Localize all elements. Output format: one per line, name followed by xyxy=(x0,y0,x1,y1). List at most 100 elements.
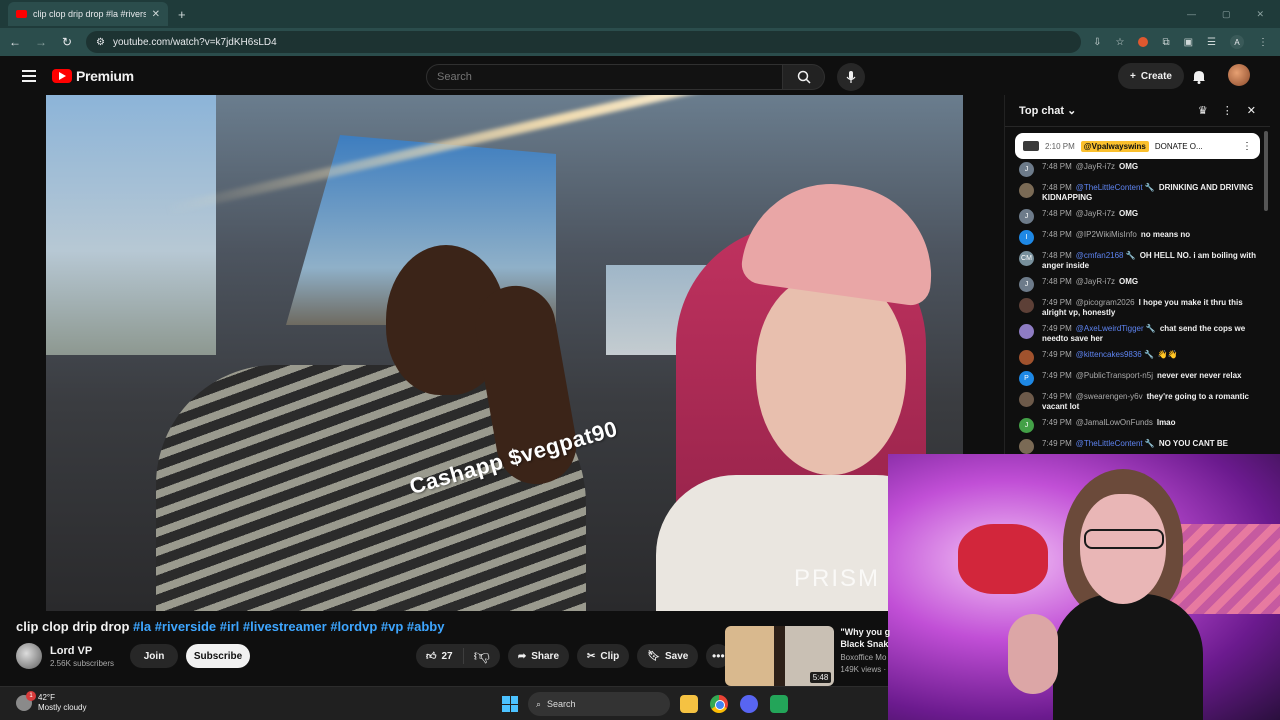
chat-username[interactable]: @JayR-i7z xyxy=(1076,162,1115,171)
close-tab-icon[interactable]: ✕ xyxy=(152,9,160,20)
share-button[interactable]: ➦ Share xyxy=(507,644,570,668)
new-tab-button[interactable]: + xyxy=(178,7,186,22)
chat-username[interactable]: @AxeLweirdTigger 🔧 xyxy=(1076,324,1156,333)
search-input[interactable] xyxy=(426,64,783,90)
chat-avatar[interactable]: CM xyxy=(1019,251,1034,266)
chat-username[interactable]: @swearengen-y6v xyxy=(1076,392,1143,401)
suggested-video[interactable]: 5:48 "Why you g Black Snak Boxoffice Mo … xyxy=(725,626,890,686)
discord-icon[interactable] xyxy=(740,695,758,713)
chat-avatar[interactable] xyxy=(1019,324,1034,339)
file-explorer-icon[interactable] xyxy=(680,695,698,713)
profile-avatar[interactable]: A xyxy=(1230,35,1244,49)
browser-menu-icon[interactable]: ⋮ xyxy=(1258,37,1268,48)
chat-text: I hope you make it thru this alright vp,… xyxy=(1042,298,1243,317)
chat-message[interactable]: 7:49 PM @swearengen-y6v they're going to a… xyxy=(1019,389,1260,415)
maximize-icon[interactable]: ▢ xyxy=(1222,9,1231,20)
media-controls-icon[interactable]: ☰ xyxy=(1207,37,1216,48)
join-button[interactable]: Join xyxy=(130,644,179,668)
like-button[interactable]: 👍︎ 27 xyxy=(416,648,464,664)
minimize-icon[interactable]: — xyxy=(1187,9,1196,20)
chat-username[interactable]: @TheLittleContent 🔧 xyxy=(1076,439,1155,448)
install-app-icon[interactable]: ⇩ xyxy=(1093,37,1101,48)
chat-avatar[interactable]: J xyxy=(1019,162,1034,177)
pinned-message[interactable]: 2:10 PM @Vpalwayswins DONATE O... ⋮ xyxy=(1015,133,1260,159)
create-button[interactable]: + Create xyxy=(1118,63,1184,89)
chat-message[interactable]: 7:49 PM @TheLittleContent 🔧 NO YOU CANT BE xyxy=(1019,436,1260,455)
chat-close-icon[interactable]: ✕ xyxy=(1247,104,1256,117)
channel-avatar[interactable] xyxy=(16,643,42,669)
suggested-thumbnail[interactable]: 5:48 xyxy=(725,626,835,686)
chat-message[interactable]: P 7:49 PM @PublicTransport-n5j never ever n… xyxy=(1019,368,1260,389)
extension-icon[interactable] xyxy=(1138,37,1149,47)
chat-avatar[interactable] xyxy=(1019,350,1034,365)
chat-message[interactable]: J 7:48 PM @JayR-i7z OMG xyxy=(1019,159,1260,180)
chat-message[interactable]: 7:49 PM @AxeLweirdTigger 🔧 chat send the c… xyxy=(1019,321,1260,347)
weather-widget[interactable]: 1 42°F Mostly cloudy xyxy=(16,691,86,713)
chat-crown-icon[interactable]: ♛ xyxy=(1198,104,1208,117)
chat-avatar[interactable]: J xyxy=(1019,418,1034,433)
chat-message[interactable]: J 7:48 PM @JayR-i7z OMG xyxy=(1019,274,1260,295)
side-panel-icon[interactable]: ▣ xyxy=(1184,37,1193,48)
clip-button[interactable]: ✂ Clip xyxy=(577,644,630,668)
green-app-icon[interactable] xyxy=(770,695,788,713)
save-button[interactable]: 🔖︎ Save xyxy=(637,644,699,668)
chat-avatar[interactable]: P xyxy=(1019,371,1034,386)
chat-mode-dropdown[interactable]: Top chat ⌄ xyxy=(1019,104,1076,117)
chat-username[interactable]: @picogram2026 xyxy=(1076,298,1135,307)
chat-avatar[interactable] xyxy=(1019,298,1034,313)
chat-message[interactable]: 7:48 PM @TheLittleContent 🔧 DRINKING AND D… xyxy=(1019,180,1260,206)
plus-icon: + xyxy=(1130,70,1136,82)
close-window-icon[interactable]: ✕ xyxy=(1256,9,1264,20)
chat-username[interactable]: @IP2WikiMisInfo xyxy=(1076,230,1137,239)
back-icon[interactable]: ← xyxy=(8,35,22,49)
chat-username[interactable]: @cmfan2168 🔧 xyxy=(1076,251,1136,260)
chat-username[interactable]: @JayR-i7z xyxy=(1076,277,1115,286)
pinned-more-icon[interactable]: ⋮ xyxy=(1242,141,1252,152)
video-hashtags[interactable]: #la #riverside #irl #livestreamer #lordv… xyxy=(133,619,444,634)
video-player[interactable]: Cashapp $vegpat90 PRISM xyxy=(46,95,963,611)
url-bar[interactable]: ⚙ youtube.com/watch?v=k7jdKH6sLD4 xyxy=(86,31,1082,53)
extensions-puzzle-icon[interactable]: ⧉ xyxy=(1162,37,1169,48)
channel-name[interactable]: Lord VP xyxy=(50,645,114,657)
chat-avatar[interactable] xyxy=(1019,439,1034,454)
chat-message[interactable]: 7:49 PM @picogram2026 I hope you make it t… xyxy=(1019,295,1260,321)
reload-icon[interactable]: ↻ xyxy=(60,35,74,49)
chat-username[interactable]: @JayR-i7z xyxy=(1076,209,1115,218)
chat-message[interactable]: J 7:49 PM @JamalLowOnFunds lmao xyxy=(1019,415,1260,436)
chat-username[interactable]: @kittencakes9836 🔧 xyxy=(1076,350,1154,359)
chat-avatar[interactable]: I xyxy=(1019,230,1034,245)
chat-message[interactable]: J 7:48 PM @JayR-i7z OMG xyxy=(1019,206,1260,227)
voice-search-button[interactable] xyxy=(837,63,865,91)
chat-username[interactable]: @PublicTransport-n5j xyxy=(1076,371,1153,380)
forward-icon[interactable]: → xyxy=(34,35,48,49)
bookmark-star-icon[interactable]: ☆ xyxy=(1115,37,1124,48)
chrome-icon[interactable] xyxy=(710,695,728,713)
chat-avatar[interactable] xyxy=(1019,183,1034,198)
share-label: Share xyxy=(531,650,560,662)
chat-message[interactable]: I 7:48 PM @IP2WikiMisInfo no means no xyxy=(1019,227,1260,248)
chat-text: 👋👋 xyxy=(1157,350,1178,359)
save-label: Save xyxy=(665,650,689,662)
notifications-bell-icon[interactable] xyxy=(1192,69,1206,84)
chat-avatar[interactable]: J xyxy=(1019,209,1034,224)
chat-avatar[interactable]: J xyxy=(1019,277,1034,292)
subscribe-button[interactable]: Subscribe xyxy=(186,644,251,668)
taskbar-search[interactable]: ⌕ Search xyxy=(528,692,670,716)
chat-scrollbar[interactable] xyxy=(1264,131,1268,211)
search-button[interactable] xyxy=(783,64,825,90)
windows-start-icon[interactable] xyxy=(502,696,518,712)
chat-username[interactable]: @TheLittleContent 🔧 xyxy=(1076,183,1155,192)
account-avatar[interactable] xyxy=(1228,64,1250,86)
thumbs-up-icon: 👍︎ xyxy=(426,651,437,662)
hamburger-menu-icon[interactable] xyxy=(22,70,36,82)
chat-message[interactable]: 7:49 PM @kittencakes9836 🔧 👋👋 xyxy=(1019,347,1260,368)
site-info-icon[interactable]: ⚙ xyxy=(96,37,105,48)
chat-message[interactable]: CM 7:48 PM @cmfan2168 🔧 OH HELL NO. i am bo… xyxy=(1019,248,1260,274)
chat-username[interactable]: @JamalLowOnFunds xyxy=(1076,418,1153,427)
tab-title: clip clop drip drop #la #riverside xyxy=(33,9,146,19)
browser-tab[interactable]: clip clop drip drop #la #riverside ✕ xyxy=(8,2,168,26)
youtube-logo[interactable]: Premium xyxy=(52,68,134,84)
dislike-button[interactable]: 👎︎ xyxy=(464,647,500,666)
chat-avatar[interactable] xyxy=(1019,392,1034,407)
chat-more-icon[interactable]: ⋮ xyxy=(1222,104,1233,117)
